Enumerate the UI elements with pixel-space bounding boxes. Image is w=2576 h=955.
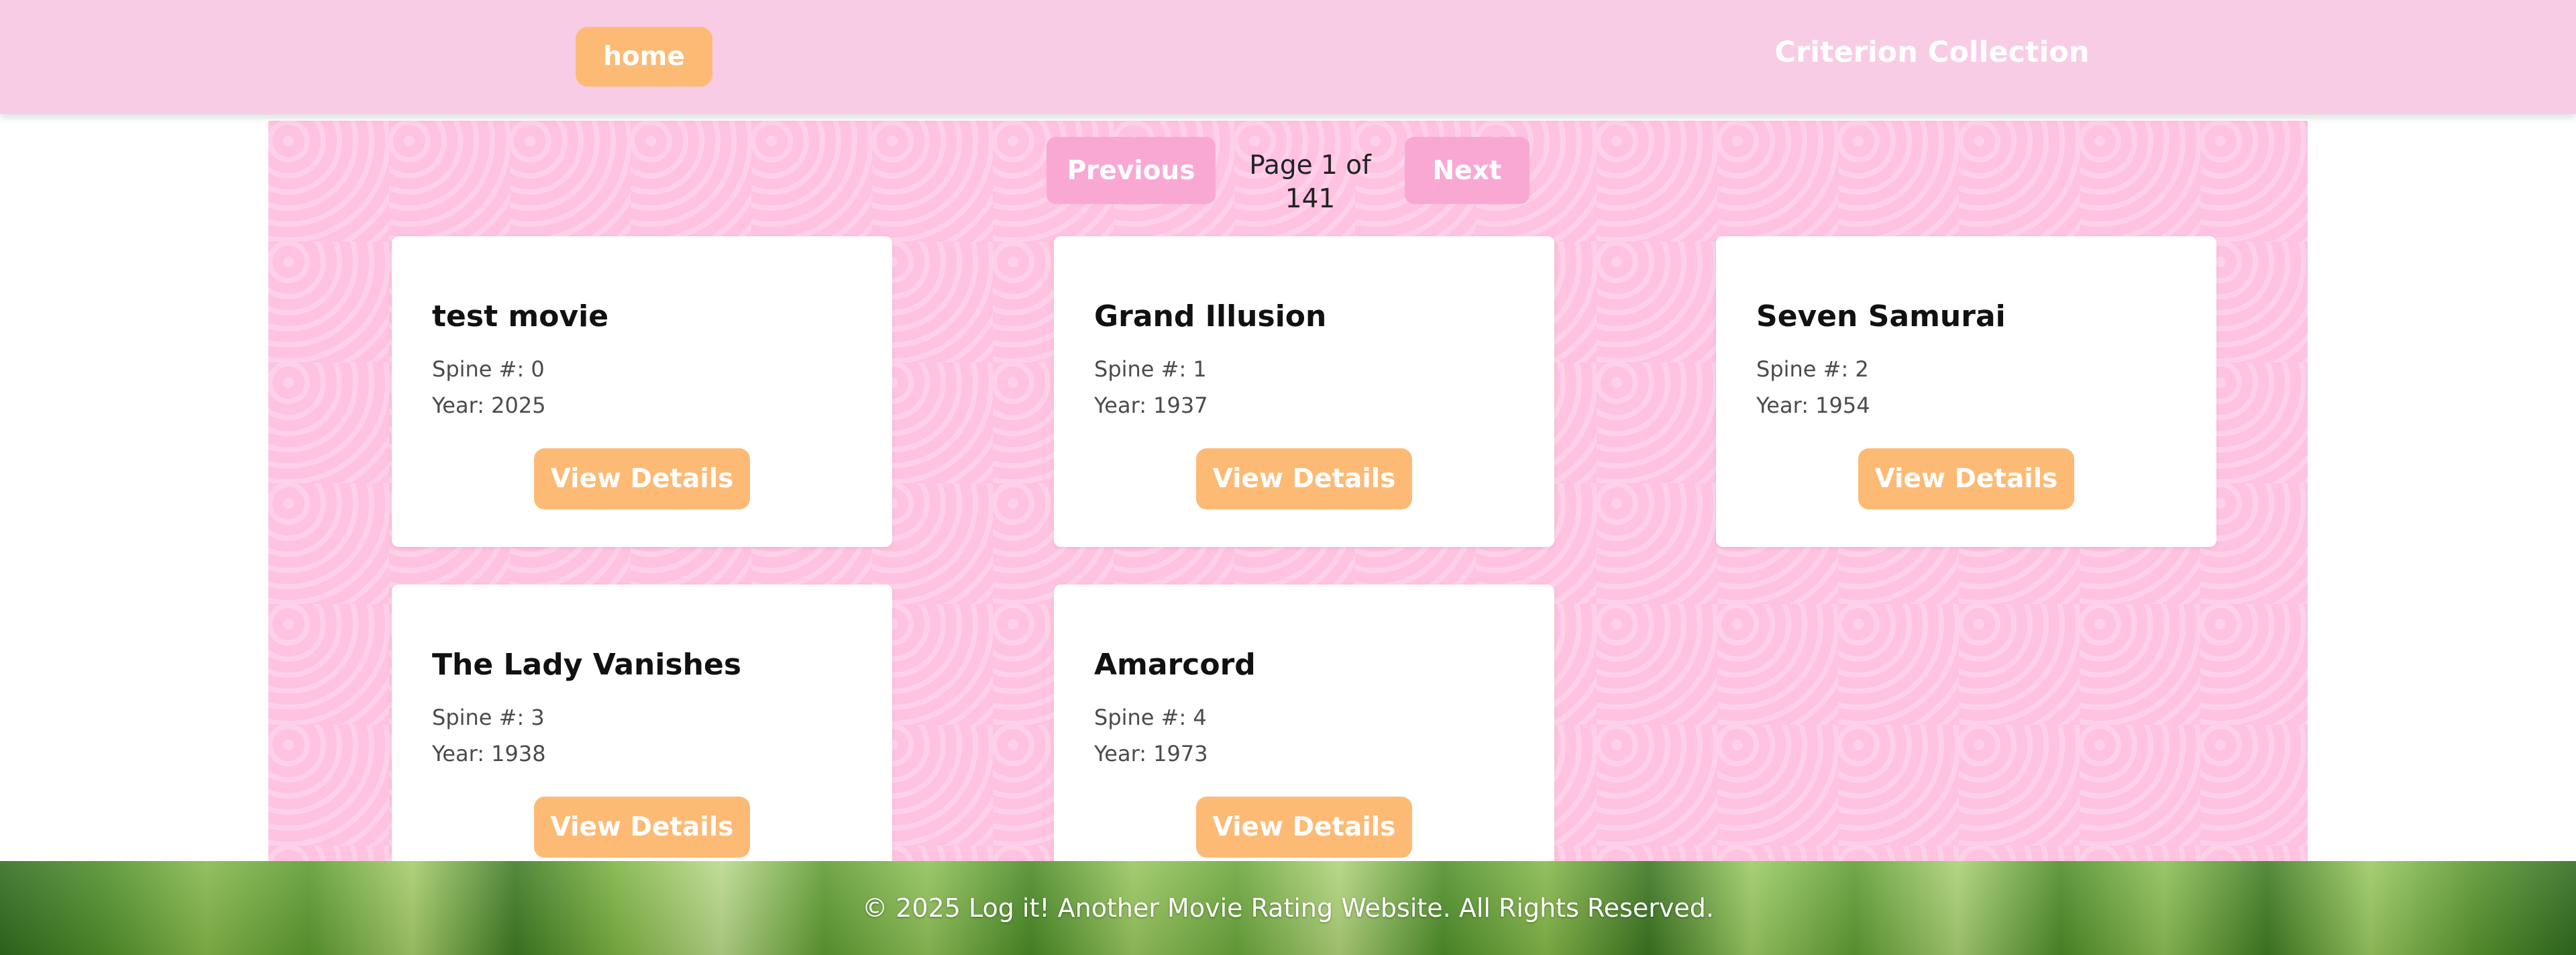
movie-spine: Spine #: 3 [432, 705, 545, 730]
movie-title: Amarcord [1094, 648, 1256, 682]
view-details-button[interactable]: View Details [1196, 448, 1412, 509]
site-header: home Criterion Collection [0, 0, 2576, 114]
movie-title: The Lady Vanishes [432, 648, 742, 682]
movie-year: Year: 1937 [1094, 393, 1208, 418]
view-details-button[interactable]: View Details [534, 797, 750, 858]
view-details-button[interactable]: View Details [534, 448, 750, 509]
movie-year: Year: 1938 [432, 741, 546, 766]
site-title: Criterion Collection [1774, 36, 2090, 69]
movie-year: Year: 1973 [1094, 741, 1208, 766]
site-footer: © 2025 Log it! Another Movie Rating Webs… [0, 861, 2576, 955]
page-indicator: Page 1 of 141 [1249, 150, 1371, 214]
previous-page-button[interactable]: Previous [1046, 137, 1216, 204]
movie-card: The Lady Vanishes Spine #: 3 Year: 1938 … [392, 585, 892, 861]
home-button[interactable]: home [576, 27, 712, 87]
movie-title: test movie [432, 299, 609, 334]
movie-spine: Spine #: 4 [1094, 705, 1207, 730]
movie-spine: Spine #: 2 [1756, 356, 1869, 382]
movie-grid-panel: Previous Page 1 of 141 Next test movie S… [268, 121, 2308, 861]
next-page-button[interactable]: Next [1405, 137, 1529, 204]
movie-card: Seven Samurai Spine #: 2 Year: 1954 View… [1716, 236, 2216, 547]
pagination: Previous Page 1 of 141 Next [268, 137, 2308, 214]
view-details-button[interactable]: View Details [1858, 448, 2074, 509]
view-details-button[interactable]: View Details [1196, 797, 1412, 858]
footer-copyright: © 2025 Log it! Another Movie Rating Webs… [862, 893, 1714, 923]
movie-title: Seven Samurai [1756, 299, 2006, 334]
movie-card: Grand Illusion Spine #: 1 Year: 1937 Vie… [1054, 236, 1554, 547]
movie-card: test movie Spine #: 0 Year: 2025 View De… [392, 236, 892, 547]
movie-spine: Spine #: 1 [1094, 356, 1207, 382]
movie-title: Grand Illusion [1094, 299, 1327, 334]
movie-spine: Spine #: 0 [432, 356, 545, 382]
movie-year: Year: 2025 [432, 393, 546, 418]
movie-card: Amarcord Spine #: 4 Year: 1973 View Deta… [1054, 585, 1554, 861]
movie-year: Year: 1954 [1756, 393, 1870, 418]
